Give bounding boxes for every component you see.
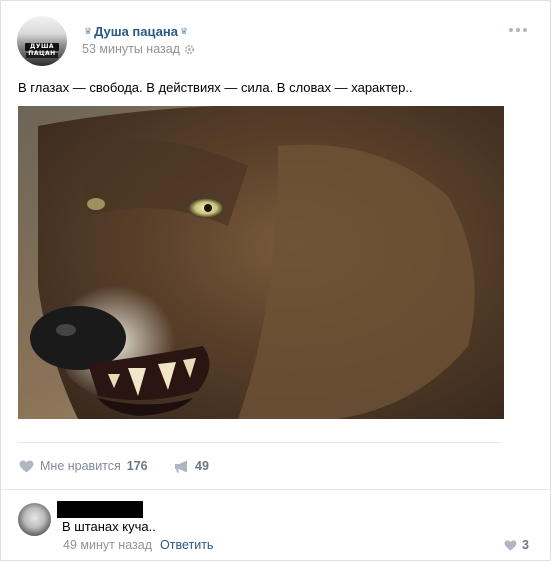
avatar-logo-text: ДУША ПАЦАН	[28, 43, 56, 57]
reply-link[interactable]: Ответить	[160, 538, 213, 552]
post-author[interactable]: ♛ Душа пацана ♛	[82, 24, 190, 39]
commenter-name-redacted[interactable]	[57, 501, 143, 518]
crown-icon: ♛	[84, 26, 93, 36]
megaphone-icon	[175, 460, 187, 472]
post-time-text[interactable]: 53 минуты назад	[82, 42, 180, 56]
comment-time[interactable]: 49 минут назад	[63, 538, 152, 552]
share-button[interactable]: 49	[174, 459, 209, 473]
heart-icon	[504, 539, 517, 551]
comment-meta: 49 минут назад Ответить	[63, 538, 213, 552]
post-card: ДУША ПАЦАН ♛ Душа пацана ♛ 53 минуты наз…	[0, 0, 551, 561]
share-count: 49	[195, 459, 209, 473]
comment-text: В штанах куча..	[62, 519, 156, 534]
divider	[18, 442, 501, 443]
divider	[1, 489, 550, 490]
comment-like-button[interactable]: 3	[504, 538, 529, 552]
commenter-avatar[interactable]	[18, 503, 51, 536]
crown-icon: ♛	[179, 26, 189, 36]
heart-icon	[19, 459, 34, 473]
like-label: Мне нравится	[40, 459, 121, 473]
more-options-icon[interactable]	[509, 28, 527, 32]
comment-like-count: 3	[522, 538, 529, 552]
gear-icon	[184, 44, 195, 54]
wolf-photo	[18, 106, 504, 419]
like-count: 176	[126, 459, 148, 473]
post-text: В глазах — свобода. В действиях — сила. …	[18, 80, 413, 95]
like-button[interactable]: Мне нравится 176	[19, 459, 148, 473]
author-name[interactable]: Душа пацана	[94, 24, 178, 39]
post-photo[interactable]	[18, 106, 504, 419]
group-avatar[interactable]: ДУША ПАЦАН	[17, 16, 67, 66]
post-time: 53 минуты назад	[82, 42, 195, 56]
